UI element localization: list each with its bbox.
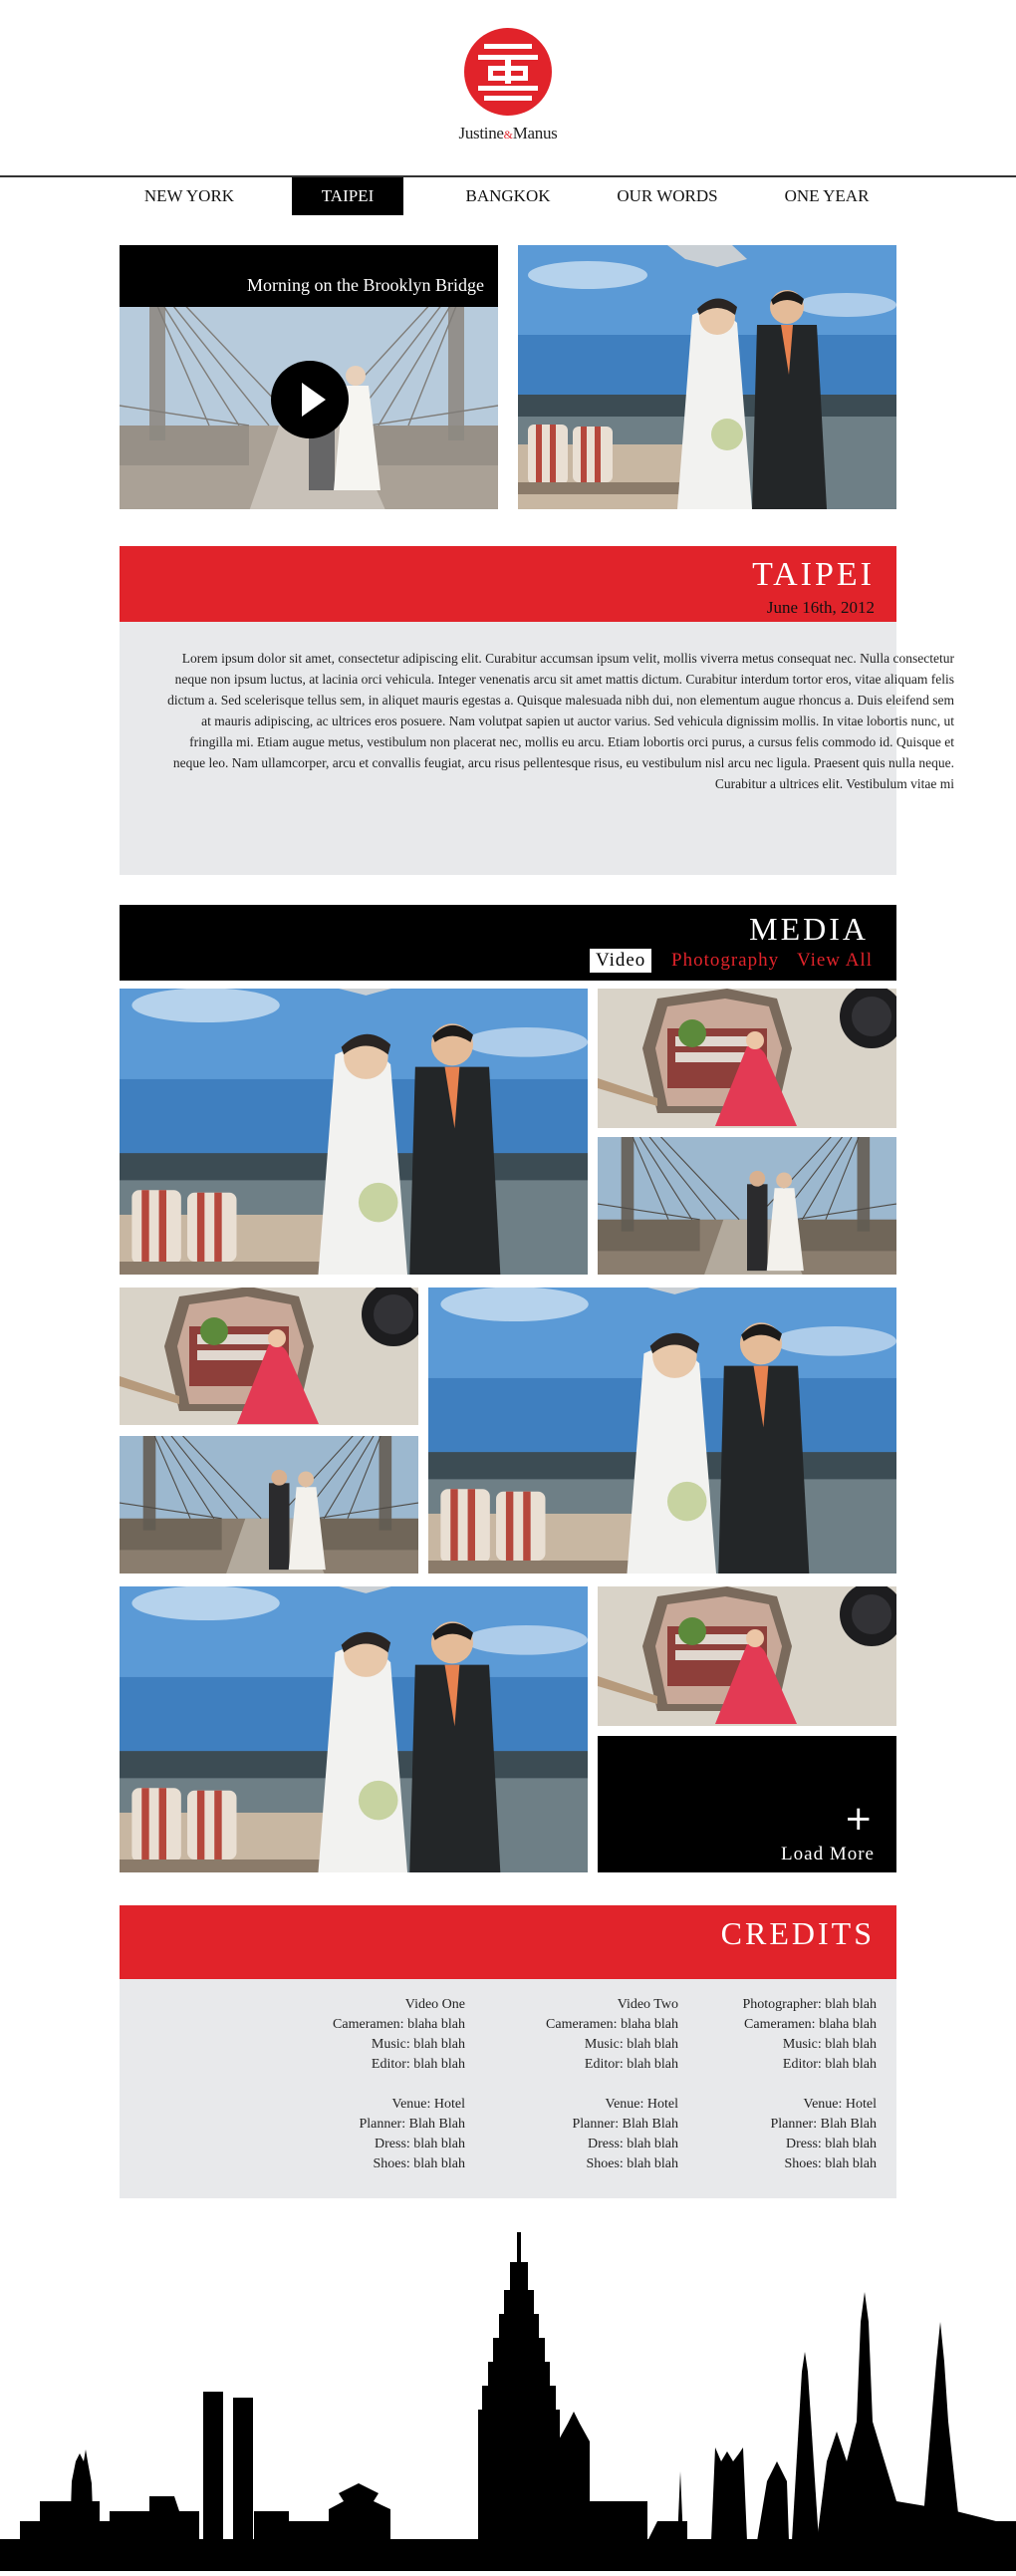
location-body: Lorem ipsum dolor sit amet, consectetur … <box>167 651 954 791</box>
credit-line: Planner: Blah Blah <box>359 2117 465 2132</box>
credit-line: Music: blah blah <box>782 2037 877 2052</box>
credit-line: Shoes: blah blah <box>784 2156 877 2171</box>
credits-title: CREDITS <box>720 1915 875 1951</box>
video-title-bar: Morning on the Brooklyn Bridge <box>120 245 498 307</box>
credit-line: Video Two <box>617 1997 678 2012</box>
media-thumb[interactable] <box>120 989 588 1275</box>
credit-line: Dress: blah blah <box>375 2137 465 2151</box>
credit-line: Dress: blah blah <box>588 2137 678 2151</box>
location-header: TAIPEI June 16th, 2012 <box>120 546 896 622</box>
credit-column-3: Photographer: blah blah Cameramen: blaha… <box>697 1995 877 2174</box>
credit-line: Music: blah blah <box>584 2037 678 2052</box>
media-header: MEDIA Video Photography View All <box>120 905 896 981</box>
credits-header: CREDITS <box>120 1905 896 1979</box>
media-thumb[interactable] <box>598 1137 896 1275</box>
credit-line: Cameramen: blaha blah <box>744 2017 877 2032</box>
logo <box>464 28 552 116</box>
credit-line: Shoes: blah blah <box>373 2156 465 2171</box>
brand-wordmark: Justine&Manus <box>408 124 608 143</box>
load-more-button[interactable]: + Load More <box>598 1736 896 1872</box>
play-icon[interactable] <box>271 361 349 438</box>
credit-line: Planner: Blah Blah <box>572 2117 678 2132</box>
media-thumb[interactable] <box>598 1586 896 1726</box>
media-thumb[interactable] <box>428 1288 896 1574</box>
credit-line: Dress: blah blah <box>786 2137 877 2151</box>
location-date: June 16th, 2012 <box>766 598 875 617</box>
tab-photography[interactable]: Photography <box>671 949 779 973</box>
credit-line: Editor: blah blah <box>371 2057 465 2072</box>
media-title: MEDIA <box>749 911 869 947</box>
feature-photo[interactable] <box>518 245 896 509</box>
media-thumb[interactable] <box>120 1436 418 1574</box>
credit-line: Planner: Blah Blah <box>770 2117 877 2132</box>
location-title: TAIPEI <box>752 556 875 593</box>
nav-item-new-york[interactable]: NEW YORK <box>129 177 249 215</box>
tab-video[interactable]: Video <box>590 949 652 973</box>
location-panel: Lorem ipsum dolor sit amet, consectetur … <box>120 622 954 875</box>
credit-line: Shoes: blah blah <box>586 2156 678 2171</box>
credit-line: Music: blah blah <box>371 2037 465 2052</box>
credit-line: Venue: Hotel <box>391 2097 465 2112</box>
nav-item-our-words[interactable]: OUR WORDS <box>598 177 737 215</box>
nav-item-taipei[interactable]: TAIPEI <box>292 177 403 215</box>
media-thumb[interactable] <box>120 1288 418 1425</box>
brand-left: Justine <box>458 124 504 143</box>
nav-item-bangkok[interactable]: BANGKOK <box>448 177 568 215</box>
credit-line: Cameramen: blaha blah <box>333 2017 465 2032</box>
media-thumb[interactable] <box>598 989 896 1128</box>
credits-panel: Video One Cameramen: blaha blah Music: b… <box>120 1979 896 2198</box>
tab-view-all[interactable]: View All <box>797 949 873 973</box>
credit-column-1: Video One Cameramen: blaha blah Music: b… <box>120 1995 465 2174</box>
brand-right: Manus <box>512 124 558 143</box>
credit-line: Cameramen: blaha blah <box>546 2017 678 2032</box>
credit-line: Video One <box>404 1997 465 2012</box>
video-title: Morning on the Brooklyn Bridge <box>247 275 484 295</box>
plus-icon: + <box>844 1799 874 1839</box>
credit-column-2: Video Two Cameramen: blaha blah Music: b… <box>498 1995 678 2174</box>
credit-line: Editor: blah blah <box>584 2057 678 2072</box>
nav-item-one-year[interactable]: ONE YEAR <box>767 177 887 215</box>
city-skyline-illustration <box>0 2222 1016 2571</box>
credit-line: Venue: Hotel <box>803 2097 877 2112</box>
brand-amp: & <box>503 128 513 142</box>
media-thumb[interactable] <box>120 1586 588 1872</box>
credit-line: Venue: Hotel <box>605 2097 678 2112</box>
credit-line: Photographer: blah blah <box>742 1997 877 2012</box>
credit-line: Editor: blah blah <box>782 2057 877 2072</box>
load-more-label: Load More <box>781 1844 875 1864</box>
